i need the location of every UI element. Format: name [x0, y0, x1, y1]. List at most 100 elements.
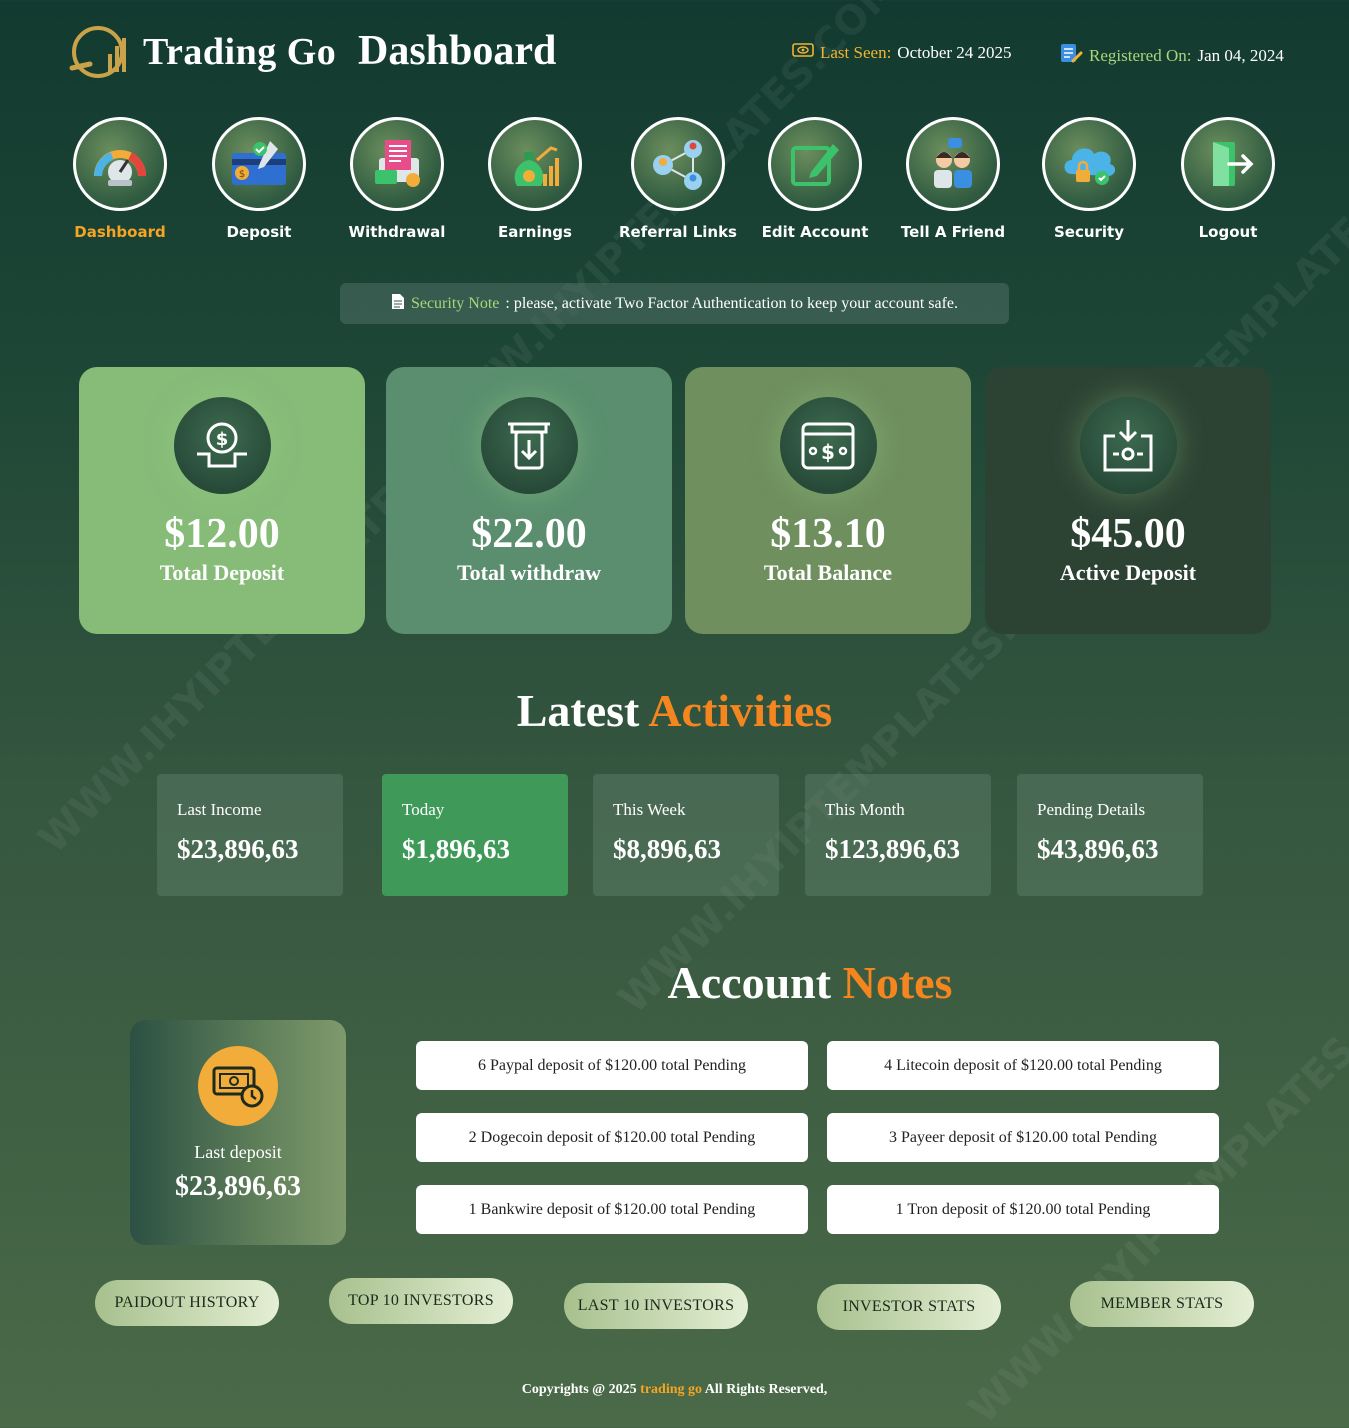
nav-earnings[interactable]: Earnings: [465, 117, 605, 241]
network-people-icon: [631, 117, 725, 211]
nav-deposit[interactable]: $ Deposit: [189, 117, 329, 241]
nav-referral-links[interactable]: Referral Links: [608, 117, 748, 241]
cloud-lock-icon: [1042, 117, 1136, 211]
last-deposit-card: Last deposit $23,896,63: [130, 1020, 346, 1245]
gauge-icon: [73, 117, 167, 211]
withdraw-slot-icon: [480, 397, 578, 494]
activity-this-week: This Week $8,896,63: [593, 774, 779, 896]
activity-value: $123,896,63: [825, 834, 960, 864]
stat-amount: $13.10: [770, 511, 886, 557]
account-note-item: 2 Dogecoin deposit of $120.00 total Pend…: [416, 1113, 808, 1162]
footer-brand-link[interactable]: trading go: [640, 1382, 702, 1397]
activity-value: $8,896,63: [613, 834, 721, 864]
stat-amount: $22.00: [471, 511, 587, 557]
nav-edit-account[interactable]: Edit Account: [745, 117, 885, 241]
edit-pencil-icon: [768, 117, 862, 211]
stat-card-total-balance: $ $13.10 Total Balance: [685, 367, 971, 634]
latest-activities-heading: Latest Activities: [0, 684, 1349, 737]
last-seen-label: Last Seen:: [820, 42, 892, 62]
stat-label: Total Deposit: [159, 560, 285, 585]
activity-pending-details: Pending Details $43,896,63: [1017, 774, 1203, 896]
nav-security[interactable]: Security: [1019, 117, 1159, 241]
svg-text:$: $: [239, 169, 245, 180]
nav-label: Tell A Friend: [900, 223, 1006, 241]
eye-icon: [792, 42, 814, 63]
nav-tell-a-friend[interactable]: Tell A Friend: [883, 117, 1023, 241]
svg-text:$: $: [821, 440, 835, 464]
nav-label: Edit Account: [761, 223, 869, 241]
activity-value: $23,896,63: [177, 834, 299, 864]
activity-label: This Week: [613, 800, 686, 819]
document-pen-icon: [1059, 41, 1083, 70]
page-title: Dashboard: [358, 28, 557, 74]
nav-dashboard[interactable]: Dashboard: [50, 117, 190, 241]
account-note-item: 1 Bankwire deposit of $120.00 total Pend…: [416, 1185, 808, 1234]
account-notes-heading: Account Notes: [620, 956, 1000, 1009]
security-note: Security Note : please, activate Two Fac…: [340, 283, 1009, 324]
exit-door-icon: [1181, 117, 1275, 211]
activity-value: $43,896,63: [1037, 834, 1159, 864]
stat-card-total-deposit: $ $12.00 Total Deposit: [79, 367, 365, 634]
activity-label: Pending Details: [1037, 800, 1146, 819]
member-stats-button[interactable]: MEMBER STATS: [1070, 1281, 1254, 1327]
stat-card-total-withdraw: $22.00 Total withdraw: [386, 367, 672, 634]
last-10-investors-button[interactable]: LAST 10 INVESTORS: [564, 1283, 748, 1329]
dollar-card-icon: $: [779, 397, 877, 494]
paidout-history-button[interactable]: PAIDOUT HISTORY: [95, 1280, 279, 1326]
svg-text:$: $: [216, 429, 229, 450]
account-note-item: 3 Payeer deposit of $120.00 total Pendin…: [827, 1113, 1219, 1162]
heading-accent: Notes: [842, 957, 953, 1008]
registered-label: Registered On:: [1089, 45, 1192, 65]
footer: Copyrights @ 2025 trading go All Rights …: [0, 1382, 1349, 1398]
activity-this-month: This Month $123,896,63: [805, 774, 991, 896]
activity-last-income: Last Income $23,896,63: [157, 774, 343, 896]
heading-part: Account: [667, 957, 832, 1008]
cash-hand-icon: $: [173, 397, 271, 494]
nav-label: Logout: [1198, 223, 1258, 241]
stat-card-active-deposit: $45.00 Active Deposit: [985, 367, 1271, 634]
heading-accent: Activities: [648, 685, 833, 736]
nav-label: Security: [1053, 223, 1125, 241]
nav-withdrawal[interactable]: Withdrawal: [327, 117, 467, 241]
top-10-investors-button[interactable]: TOP 10 INVESTORS: [329, 1278, 513, 1324]
last-seen-value: October 24 2025: [897, 42, 1012, 62]
stat-label: Total Balance: [763, 560, 893, 585]
money-bag-growth-icon: [488, 117, 582, 211]
footer-copyright: Copyrights @ 2025: [521, 1382, 637, 1397]
security-note-label: Security Note: [410, 294, 500, 312]
download-wallet-icon: [1079, 397, 1177, 494]
receipt-cash-icon: [350, 117, 444, 211]
last-deposit-value: $23,896,63: [175, 1171, 301, 1202]
logo-icon[interactable]: [68, 24, 134, 80]
heading-part: Latest: [516, 685, 640, 736]
registered-on: Registered On: Jan 04, 2024: [1059, 41, 1284, 70]
last-deposit-label: Last deposit: [194, 1142, 282, 1162]
account-note-item: 6 Paypal deposit of $120.00 total Pendin…: [416, 1041, 808, 1090]
brand-name: Trading Go: [143, 31, 337, 73]
stat-amount: $45.00: [1070, 511, 1186, 557]
stat-label: Active Deposit: [1059, 560, 1197, 585]
nav-label: Referral Links: [619, 223, 737, 241]
stat-label: Total withdraw: [456, 560, 602, 585]
activity-value: $1,896,63: [402, 834, 510, 864]
friends-chat-icon: [906, 117, 1000, 211]
last-seen: Last Seen: October 24 2025: [792, 42, 1012, 63]
activity-today: Today $1,896,63: [382, 774, 568, 896]
activity-label: Today: [402, 800, 445, 819]
account-note-item: 1 Tron deposit of $120.00 total Pending: [827, 1185, 1219, 1234]
activity-label: Last Income: [177, 800, 262, 819]
card-payment-icon: $: [212, 117, 306, 211]
account-note-item: 4 Litecoin deposit of $120.00 total Pend…: [827, 1041, 1219, 1090]
registered-value: Jan 04, 2024: [1197, 45, 1284, 65]
nav-label: Withdrawal: [348, 223, 446, 241]
footer-rights: All Rights Reserved,: [704, 1382, 828, 1397]
nav-label: Dashboard: [74, 223, 166, 241]
investor-stats-button[interactable]: INVESTOR STATS: [817, 1284, 1001, 1330]
document-icon: [391, 293, 405, 315]
cash-clock-icon: [198, 1046, 278, 1126]
nav-logout[interactable]: Logout: [1158, 117, 1298, 241]
nav-label: Deposit: [226, 223, 292, 241]
security-note-text: : please, activate Two Factor Authentica…: [505, 294, 959, 312]
stat-amount: $12.00: [164, 511, 280, 557]
nav-label: Earnings: [498, 223, 572, 241]
